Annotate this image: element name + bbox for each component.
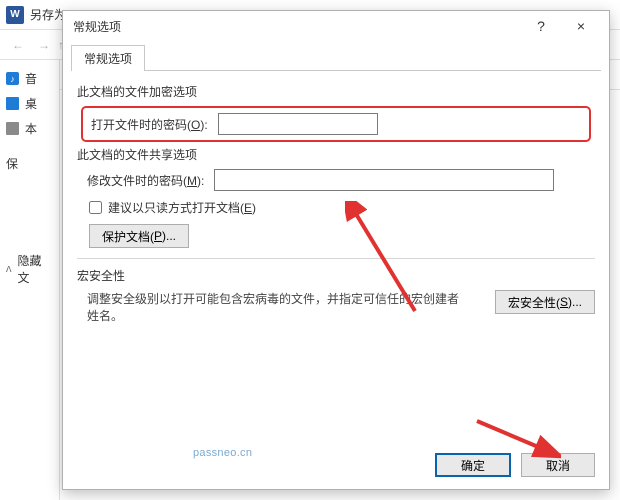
- dlg-title: 常规选项: [73, 18, 121, 35]
- macro-desc: 调整安全级别以打开可能包含宏病毒的文件，并指定可信任的宏创建者姓名。: [87, 290, 467, 324]
- general-options-dialog: 常规选项 ? × 常规选项 此文档的文件加密选项 打开文件时的密码(O): 此文…: [62, 10, 610, 490]
- hide-folders-label: 隐藏文: [17, 252, 53, 286]
- encryption-section: 此文档的文件加密选项 打开文件时的密码(O):: [77, 83, 595, 142]
- tab-general[interactable]: 常规选项: [71, 45, 145, 71]
- readonly-check-label: 建议以只读方式打开文档(E): [108, 199, 256, 216]
- chevron-icon: ᐱ: [6, 265, 11, 274]
- modify-password-label: 修改文件时的密码(M):: [87, 172, 204, 189]
- music-icon: ♪: [6, 72, 19, 85]
- sidebar-label: 桌: [25, 95, 37, 112]
- close-button[interactable]: ×: [561, 12, 601, 40]
- modify-password-input[interactable]: [214, 169, 554, 191]
- open-password-row-highlight: 打开文件时的密码(O):: [81, 106, 591, 142]
- disk-icon: [6, 122, 19, 135]
- sidebar-label: 本: [25, 120, 37, 137]
- divider: [77, 258, 595, 259]
- word-icon: W: [6, 6, 24, 24]
- open-password-label: 打开文件时的密码(O):: [91, 116, 208, 133]
- encryption-section-label: 此文档的文件加密选项: [77, 83, 595, 100]
- sidebar-label: 保: [6, 155, 18, 172]
- nav-forward-icon[interactable]: →: [38, 38, 50, 52]
- bg-sidebar: ♪ 音 桌 本 保 ᐱ 隐藏文: [0, 60, 60, 500]
- share-section: 此文档的文件共享选项 修改文件时的密码(M): 建议以只读方式打开文档(E) 保…: [77, 146, 595, 248]
- readonly-check-input[interactable]: [89, 201, 102, 214]
- share-section-label: 此文档的文件共享选项: [77, 146, 595, 163]
- sidebar-item-thispc[interactable]: 本: [0, 116, 59, 141]
- readonly-checkbox[interactable]: 建议以只读方式打开文档(E): [89, 199, 595, 216]
- protect-document-button[interactable]: 保护文档(P)...: [89, 224, 189, 248]
- sidebar-label: 音: [25, 70, 37, 87]
- cancel-label: 取消: [546, 457, 570, 474]
- nav-back-icon[interactable]: ←: [12, 38, 24, 52]
- dlg-titlebar: 常规选项 ? ×: [63, 11, 609, 41]
- ok-button[interactable]: 确定: [435, 453, 511, 477]
- macro-section-label: 宏安全性: [77, 267, 595, 284]
- bg-title-text: 另存为: [30, 6, 66, 23]
- tab-strip: 常规选项: [63, 41, 609, 71]
- ok-label: 确定: [461, 457, 485, 474]
- help-button[interactable]: ?: [521, 12, 561, 40]
- open-password-input[interactable]: [218, 113, 378, 135]
- tab-label: 常规选项: [84, 52, 132, 66]
- hide-folders-button[interactable]: ᐱ 隐藏文: [0, 248, 59, 290]
- desktop-icon: [6, 97, 19, 110]
- macro-security-button[interactable]: 宏安全性(S)...: [495, 290, 595, 314]
- sidebar-item-music[interactable]: ♪ 音: [0, 66, 59, 91]
- watermark: passneo.cn: [193, 447, 252, 459]
- macro-section: 宏安全性 调整安全级别以打开可能包含宏病毒的文件，并指定可信任的宏创建者姓名。 …: [77, 267, 595, 324]
- dialog-footer: 确定 取消: [435, 453, 595, 477]
- sidebar-item-secure[interactable]: 保: [0, 151, 59, 176]
- cancel-button[interactable]: 取消: [521, 453, 595, 477]
- sidebar-item-desktop[interactable]: 桌: [0, 91, 59, 116]
